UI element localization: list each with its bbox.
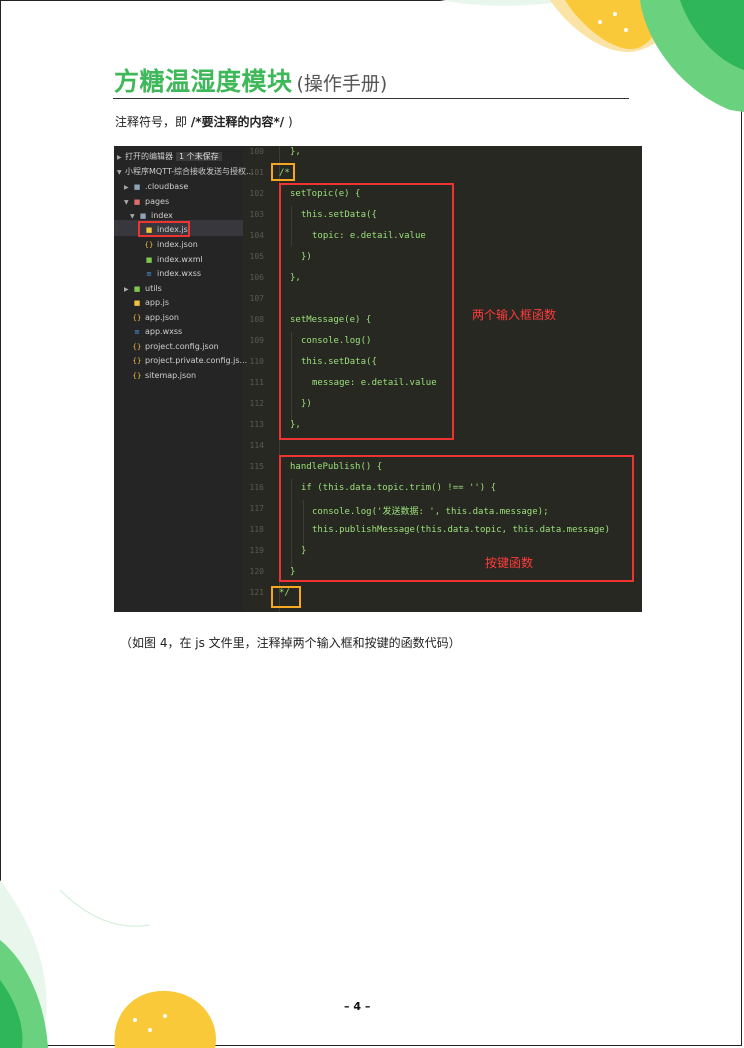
line-number: 104: [249, 231, 264, 240]
line-number: 102: [249, 189, 264, 198]
line-number: 121: [249, 588, 264, 597]
chevron-right-icon: ▶: [124, 286, 129, 293]
comment-end-box: [271, 586, 301, 608]
line-number: 107: [249, 294, 264, 303]
open-editors-header[interactable]: ▶ 打开的编辑器 1 个未保存: [117, 150, 222, 164]
note-symbol: /*要注释的内容*/: [190, 115, 285, 129]
json-file-icon: {}: [132, 372, 142, 380]
title-divider: [113, 98, 629, 99]
tree-item-index-wxml[interactable]: ■ index.wxml: [144, 253, 203, 267]
tree-item-cloudbase[interactable]: ▶ ■ .cloudbase: [124, 180, 188, 194]
chevron-right-icon: ▶: [124, 184, 129, 191]
document-title: 方糖温湿度模块 (操作手册): [114, 62, 387, 98]
line-number: 101: [249, 168, 264, 177]
wxml-file-icon: ■: [145, 256, 153, 264]
json-file-icon: {}: [132, 357, 142, 365]
tree-item-label: pages: [145, 197, 170, 206]
chevron-down-icon: ▼: [117, 169, 122, 176]
tree-item-label: index.wxml: [157, 255, 203, 264]
tree-item-label: index.json: [157, 240, 198, 249]
line-number: 110: [249, 357, 264, 366]
ide-screenshot: ▶ 打开的编辑器 1 个未保存 ▼ 小程序MQTT-综合接收发送与授权... ▶ ■ .c…: [114, 146, 642, 612]
code-line: },: [290, 147, 301, 157]
chevron-down-icon: ▼: [130, 213, 135, 220]
line-number: 118: [249, 525, 264, 534]
tree-item-label: sitemap.json: [145, 371, 197, 380]
project-header[interactable]: ▼ 小程序MQTT-综合接收发送与授权...: [117, 165, 254, 179]
tree-item-label: app.wxss: [145, 327, 183, 336]
note-prefix: 注释符号，即: [115, 115, 191, 129]
file-explorer: ▶ 打开的编辑器 1 个未保存 ▼ 小程序MQTT-综合接收发送与授权... ▶ ■ .c…: [114, 146, 254, 612]
line-number: 119: [249, 546, 264, 555]
annotation-button-function: 按键函数: [485, 556, 534, 570]
unsaved-badge: 1 个未保存: [176, 152, 222, 161]
wxss-file-icon: ≡: [134, 328, 140, 336]
line-number: 115: [249, 462, 264, 471]
line-number: 108: [249, 315, 264, 324]
tree-item-app-json[interactable]: {} app.json: [132, 311, 179, 325]
line-number: 103: [249, 210, 264, 219]
tree-item-app-wxss[interactable]: ≡ app.wxss: [132, 325, 182, 339]
tree-item-app-js[interactable]: ■ app.js: [132, 296, 169, 310]
top-right-decoration: [440, 0, 744, 112]
line-number: 100: [249, 147, 264, 156]
js-file-icon: ■: [133, 299, 141, 307]
folder-icon: ■: [133, 183, 141, 191]
bottom-left-decoration: [0, 880, 216, 1048]
json-file-icon: {}: [132, 343, 142, 351]
tree-item-project-private-config[interactable]: {} project.private.config.js...: [132, 354, 248, 368]
folder-icon: ■: [133, 198, 141, 206]
line-number: 114: [249, 441, 264, 450]
figure-caption: （如图 4，在 js 文件里，注释掉两个输入框和按键的函数代码）: [120, 636, 461, 650]
tree-item-label: project.config.json: [145, 342, 219, 351]
line-number: 106: [249, 273, 264, 282]
page-number: – 4 –: [344, 1000, 371, 1013]
tree-item-label: index.wxss: [157, 269, 202, 278]
note-suffix: ): [284, 115, 293, 129]
wxss-file-icon: ≡: [146, 270, 152, 278]
chevron-down-icon: ▼: [124, 199, 129, 206]
title-main: 方糖温湿度模块: [114, 67, 293, 96]
json-file-icon: {}: [132, 314, 142, 322]
line-number: 111: [249, 378, 264, 387]
button-function-box: [279, 455, 634, 582]
chevron-right-icon: ▶: [117, 154, 122, 161]
tree-item-label: utils: [145, 284, 162, 293]
tree-item-label: app.js: [145, 298, 169, 307]
tree-item-sitemap[interactable]: {} sitemap.json: [132, 369, 197, 383]
title-subtitle: (操作手册): [296, 73, 388, 95]
line-number: 116: [249, 483, 264, 492]
tree-item-utils[interactable]: ▶ ■ utils: [124, 282, 162, 296]
folder-icon: ■: [133, 285, 141, 293]
line-number: 113: [249, 420, 264, 429]
tree-item-project-config[interactable]: {} project.config.json: [132, 340, 219, 354]
line-number: 120: [249, 567, 264, 576]
tree-item-index-json[interactable]: {} index.json: [144, 238, 198, 252]
line-number-gutter: 100 101 102 103 104 105 106 107 108 109 …: [244, 146, 266, 612]
json-file-icon: {}: [144, 241, 154, 249]
open-editors-label: 打开的编辑器: [125, 152, 173, 161]
tree-item-index-wxss[interactable]: ≡ index.wxss: [144, 267, 201, 281]
line-number: 105: [249, 252, 264, 261]
project-label: 小程序MQTT-综合接收发送与授权...: [125, 167, 254, 176]
line-number: 112: [249, 399, 264, 408]
tree-item-label: index: [151, 211, 173, 220]
tree-item-pages[interactable]: ▼ ■ pages: [124, 195, 169, 209]
highlight-box-index-js: [138, 221, 190, 237]
tree-item-label: app.json: [145, 313, 179, 322]
input-functions-box: [279, 183, 454, 440]
annotation-input-functions: 两个输入框函数: [472, 308, 557, 322]
tree-item-label: project.private.config.js...: [145, 356, 248, 365]
line-number: 109: [249, 336, 264, 345]
tree-item-label: .cloudbase: [145, 182, 189, 191]
comment-note: 注释符号，即 /*要注释的内容*/ ): [115, 113, 293, 130]
line-number: 117: [249, 504, 264, 513]
comment-start-box: [271, 163, 295, 181]
